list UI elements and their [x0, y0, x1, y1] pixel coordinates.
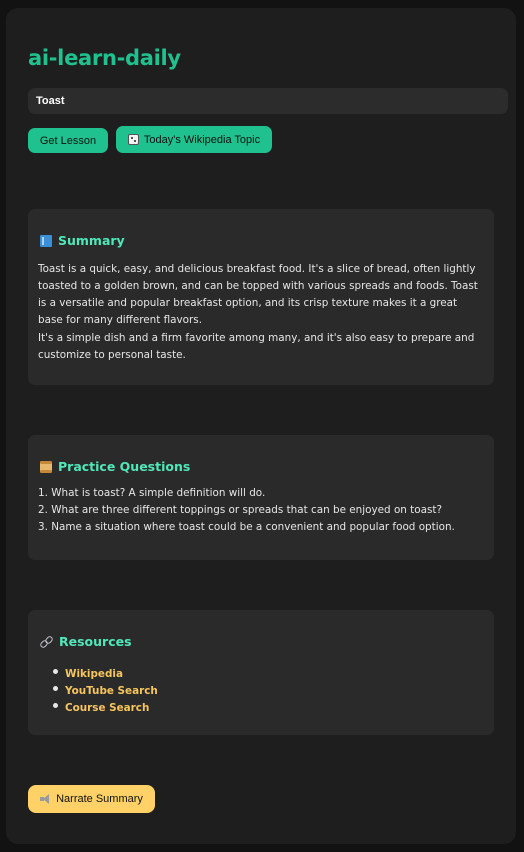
practice-questions-card: Practice Questions 1. What is toast? A s…	[28, 435, 494, 560]
get-lesson-label: Get Lesson	[39, 134, 97, 147]
wikipedia-topic-label: Today's Wikipedia Topic	[143, 133, 261, 146]
dice-icon	[127, 134, 139, 145]
bullet	[53, 703, 58, 708]
question-item: 2. What are three different toppings or …	[38, 504, 442, 516]
link-icon	[40, 636, 53, 648]
question-item: 1. What is toast? A simple definition wi…	[38, 487, 266, 499]
app-container: ai-learn-daily Get Lesson Today's Wikipe…	[6, 8, 516, 844]
summary-heading-text: Summary	[58, 233, 125, 248]
practice-questions-heading: Practice Questions	[40, 459, 190, 474]
get-lesson-button[interactable]: Get Lesson	[28, 128, 108, 153]
bullet	[53, 669, 58, 674]
question-list: 1. What is toast? A simple definition wi…	[38, 485, 484, 536]
resources-heading: Resources	[40, 634, 132, 649]
question-item: 3. Name a situation where toast could be…	[38, 521, 455, 533]
wikipedia-link[interactable]: Wikipedia	[65, 668, 123, 680]
summary-heading: Summary	[40, 233, 125, 248]
narrate-summary-button[interactable]: Narrate Summary	[28, 785, 155, 813]
summary-card: Summary Toast is a quick, easy, and deli…	[28, 209, 494, 385]
speaker-icon	[40, 794, 51, 804]
practice-questions-heading-text: Practice Questions	[58, 459, 191, 474]
wikipedia-topic-button[interactable]: Today's Wikipedia Topic	[116, 126, 272, 153]
youtube-search-link[interactable]: YouTube Search	[65, 685, 158, 697]
resources-card: Resources Wikipedia YouTube Search Cours…	[28, 610, 494, 735]
course-search-link[interactable]: Course Search	[65, 702, 149, 714]
resources-heading-text: Resources	[59, 634, 132, 649]
scroll-icon	[40, 460, 52, 473]
summary-paragraph: It's a simple dish and a firm favorite a…	[38, 332, 475, 361]
app-title: ai-learn-daily	[28, 46, 181, 70]
summary-paragraph: Toast is a quick, easy, and delicious br…	[38, 263, 478, 326]
resource-item: Wikipedia	[53, 663, 158, 680]
resource-item: YouTube Search	[53, 680, 158, 697]
book-icon	[40, 234, 52, 247]
resource-item: Course Search	[53, 697, 158, 714]
bullet	[53, 686, 58, 691]
topic-input[interactable]	[28, 88, 508, 114]
resource-list: Wikipedia YouTube Search Course Search	[53, 663, 158, 714]
narrate-summary-label: Narrate Summary	[56, 793, 143, 805]
